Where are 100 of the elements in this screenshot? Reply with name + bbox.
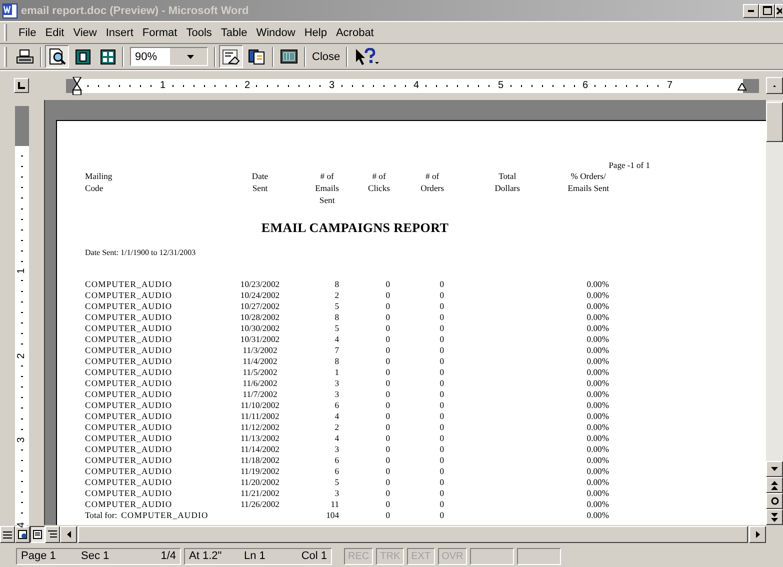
table-cell-text: 1 — [334, 367, 339, 378]
table-cell-text: 0.00% — [586, 499, 609, 510]
column-header: % Orders/ Emails Sent — [568, 170, 609, 195]
table-cell-text: COMPUTER_AUDIO — [85, 312, 174, 323]
menu-item[interactable]: Insert — [101, 24, 138, 40]
table-cell-text: 0.00% — [586, 345, 609, 356]
menu-item[interactable]: File — [14, 24, 41, 40]
up-arrow-icon — [773, 84, 776, 88]
date-range: Date Sent: 1/1/1900 to 12/31/2003 — [85, 248, 197, 257]
ruler-number: 3 — [326, 80, 336, 92]
indent-marker-icon[interactable] — [72, 76, 82, 94]
menu-item[interactable]: Help — [300, 24, 332, 40]
table-cell-text: 0 — [438, 334, 444, 345]
scroll-down-button[interactable] — [766, 461, 783, 477]
table-cell-text: 0.00% — [586, 378, 609, 389]
table-cell-text: 10/24/2002 — [239, 290, 281, 301]
table-cell-text: 0 — [384, 323, 390, 334]
table-cell-text: 0 — [438, 400, 444, 411]
table-cell-text: 0 — [384, 367, 390, 378]
menu-item[interactable]: Acrobat — [331, 24, 378, 40]
outline-view-button[interactable] — [45, 526, 60, 543]
shrink-pages-icon — [248, 48, 266, 65]
table-cell-text: COMPUTER_AUDIO — [85, 345, 174, 356]
lines-icon — [3, 530, 12, 538]
menu-item[interactable]: View — [68, 24, 102, 40]
table-cell-text: 0 — [438, 378, 444, 389]
table-cell-text: 0 — [438, 279, 444, 290]
table-cell-text: 11/14/2002 — [240, 444, 280, 455]
scroll-thumb[interactable] — [78, 526, 748, 543]
menu-item[interactable]: Edit — [40, 24, 69, 40]
word-app-icon — [2, 2, 18, 18]
maximize-button[interactable] — [759, 4, 775, 18]
previous-page-button[interactable] — [766, 477, 783, 493]
magnifier-page-icon — [48, 48, 66, 65]
table-cell-text: 0 — [438, 345, 444, 356]
table-cell-text: 0 — [438, 422, 444, 433]
table-cell-text: 0 — [384, 389, 390, 400]
table-cell-text: 0 — [384, 301, 390, 312]
table-cell-text: COMPUTER_AUDIO — [85, 455, 174, 466]
circle-icon — [770, 497, 778, 505]
table-cell-text: 0.00% — [586, 389, 609, 400]
status-text: 1/4 — [160, 550, 176, 562]
table-cell-text: 0 — [438, 323, 444, 334]
ruler-margin — [743, 78, 759, 92]
table-cell-text: 0 — [438, 455, 444, 466]
table-cell-text: 11/6/2002 — [242, 378, 278, 389]
table-cell-text: COMPUTER_AUDIO — [85, 499, 174, 510]
table-cell-text: 0 — [438, 367, 444, 378]
web-view-button[interactable] — [15, 526, 30, 543]
table-cell-text: COMPUTER_AUDIO — [85, 290, 174, 301]
browse-object-button[interactable] — [766, 493, 783, 509]
next-page-button[interactable] — [766, 509, 783, 525]
minimize-button[interactable] — [743, 4, 759, 18]
normal-view-button[interactable] — [0, 526, 15, 543]
menu-item[interactable]: Format — [138, 24, 182, 40]
print-view-button[interactable] — [30, 526, 45, 543]
menu-item[interactable]: Window — [252, 24, 300, 40]
table-cell-text: 0.00% — [586, 367, 609, 378]
table-cell-text: 6 — [334, 400, 339, 411]
scroll-thumb[interactable] — [766, 102, 783, 142]
dropdown-arrow-icon[interactable] — [186, 54, 194, 58]
column-header: Mailing Code — [85, 170, 112, 195]
table-cell-text: 4 — [334, 411, 339, 422]
table-cell-text: 0.00% — [586, 356, 609, 367]
table-cell-text: 0 — [384, 466, 390, 477]
status-text: Sec 1 — [81, 550, 110, 562]
close-button[interactable] — [775, 4, 783, 18]
right-indent-marker-icon[interactable] — [737, 82, 747, 90]
table-cell-text: 0 — [384, 378, 390, 389]
table-cell-text: 7 — [334, 345, 339, 356]
full-screen-icon — [280, 49, 298, 64]
zoom-dropdown[interactable]: 90% — [130, 47, 208, 66]
column-header: Date Sent — [252, 170, 268, 195]
multiple-pages-icon — [100, 48, 116, 64]
table-cell-text: 2 — [334, 290, 339, 301]
ruler-number: 2 — [17, 352, 27, 358]
menu-item[interactable]: Table — [216, 24, 252, 40]
toolbar-button[interactable] — [219, 45, 243, 68]
left-arrow-icon — [66, 531, 70, 538]
table-cell-text: 0 — [384, 334, 390, 345]
table-cell-text: 0 — [384, 444, 390, 455]
scroll-right-button[interactable] — [749, 526, 766, 543]
close-preview-button[interactable]: Close — [308, 45, 344, 68]
table-cell-text: 10/23/2002 — [239, 279, 281, 290]
minimize-icon — [748, 10, 754, 12]
web-page-icon — [18, 530, 27, 539]
table-cell-text: 0.00% — [586, 323, 609, 334]
tab-selector-button[interactable] — [14, 78, 29, 93]
toolbar-button[interactable] — [45, 45, 69, 68]
table-cell-text: 0.00% — [586, 477, 609, 488]
table-cell-text: 5 — [334, 477, 339, 488]
table-cell-text: 0 — [438, 477, 444, 488]
scroll-up-button[interactable] — [766, 77, 783, 94]
table-cell-text: 11/7/2002 — [242, 389, 278, 400]
scroll-left-button[interactable] — [60, 526, 77, 543]
table-cell-text: COMPUTER_AUDIO — [85, 301, 174, 312]
table-cell-text: COMPUTER_AUDIO — [85, 389, 174, 400]
menu-item[interactable]: Tools — [182, 24, 216, 40]
table-cell-text: 10/30/2002 — [239, 323, 281, 334]
table-cell-text: 0.00% — [586, 466, 609, 477]
